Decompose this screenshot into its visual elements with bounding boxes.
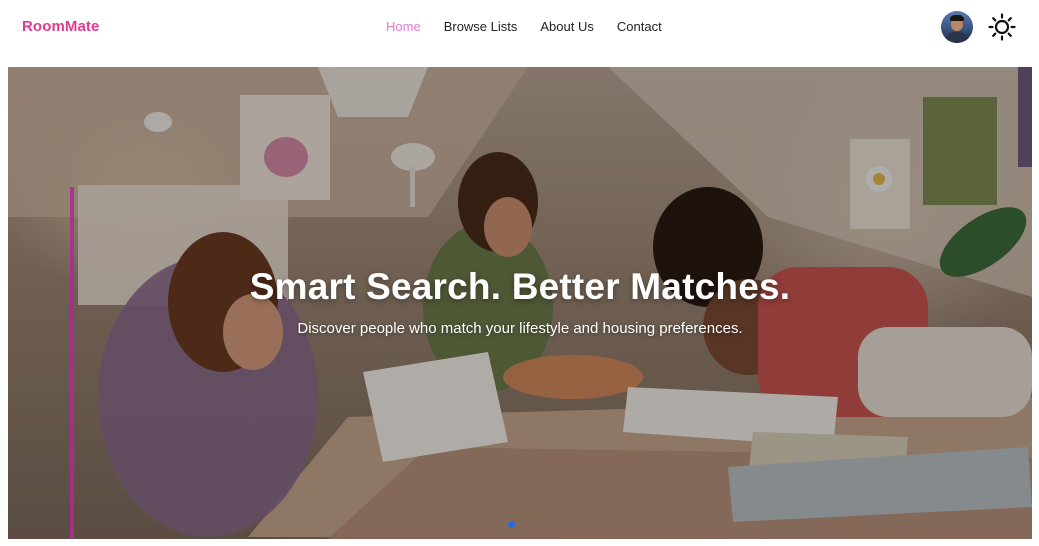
theme-toggle-button[interactable] [988,13,1016,41]
avatar-hair [950,15,964,21]
nav-link-contact[interactable]: Contact [617,19,662,34]
carousel-dot-active[interactable] [508,521,515,528]
hero-banner: Smart Search. Better Matches. Discover p… [8,67,1032,539]
sun-icon [988,13,1016,41]
carousel-indicators [508,521,515,528]
brand-logo[interactable]: RoomMate [22,18,99,35]
nav-link-about-us[interactable]: About Us [540,19,593,34]
main-nav: Home Browse Lists About Us Contact [386,19,662,34]
nav-link-home[interactable]: Home [386,19,421,34]
navbar: RoomMate Home Browse Lists About Us Cont… [0,0,1039,60]
nav-link-browse-lists[interactable]: Browse Lists [444,19,518,34]
user-avatar[interactable] [941,11,973,43]
hero-subtitle: Discover people who match your lifestyle… [297,320,743,337]
hero-title: Smart Search. Better Matches. [249,266,791,307]
avatar-shirt [945,32,969,43]
